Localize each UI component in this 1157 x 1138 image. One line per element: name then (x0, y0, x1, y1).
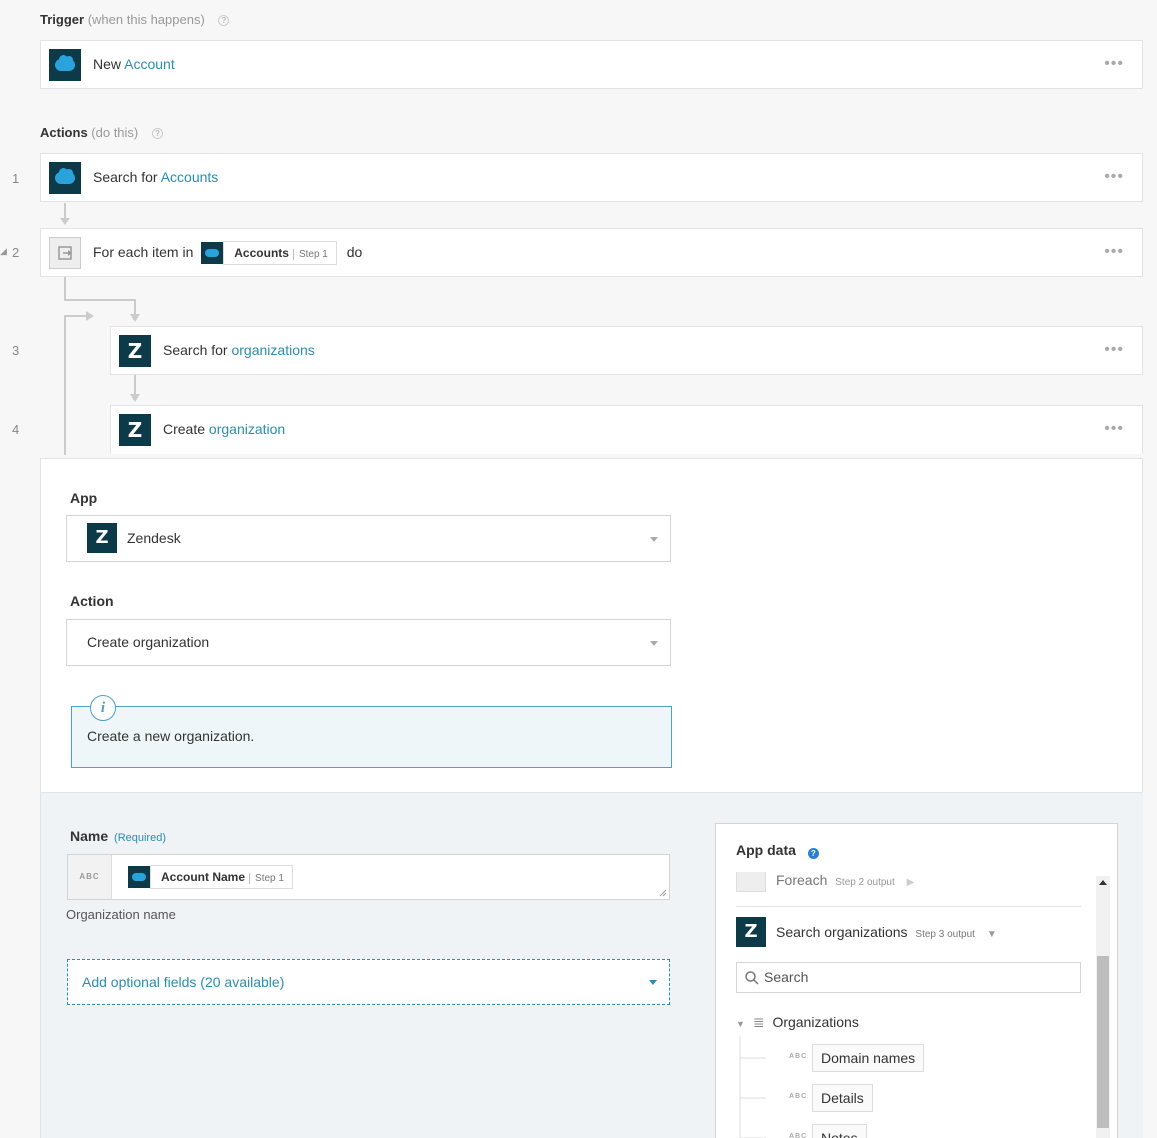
search-orgs-label: Search organizations Step 3 output ▼ (776, 924, 997, 940)
step-4-card[interactable]: Z Create organization ••• (110, 405, 1143, 454)
step-number: 1 (12, 171, 20, 186)
step-3-card[interactable]: Z Search for organizations ••• (110, 326, 1143, 375)
search-placeholder: Search (764, 969, 809, 985)
action-select-value: Create organization (87, 634, 210, 650)
step-2-card[interactable]: For each item in Accounts Step 1 do ••• (40, 228, 1143, 277)
step-3-label: Search for organizations (163, 342, 315, 358)
app-data-panel: App data ? Foreach Step 2 output ▶ Z Sea… (715, 823, 1118, 1138)
zendesk-logo-icon: Z (87, 523, 117, 553)
step-1-object-link[interactable]: Accounts (161, 169, 219, 185)
datapill-details[interactable]: Details (812, 1084, 873, 1112)
app-data-search-input[interactable]: Search (736, 962, 1081, 993)
datapill-account-name[interactable]: Account Name Step 1 (128, 865, 293, 889)
salesforce-logo-icon (201, 242, 224, 265)
tree-lines (739, 1036, 766, 1138)
chevron-down-icon (650, 641, 658, 646)
name-hint: Organization name (66, 907, 176, 922)
step-number: 4 (12, 422, 20, 437)
scroll-thumb[interactable] (1097, 956, 1109, 1128)
help-icon[interactable]: ? (218, 15, 230, 26)
foreach-output-row[interactable]: Foreach Step 2 output ▶ (736, 872, 1081, 907)
app-label: App (70, 490, 98, 506)
collapse-arrow-icon[interactable]: ◢ (0, 246, 7, 257)
name-input[interactable]: ABC Account Name Step 1 (67, 854, 670, 900)
info-text: Create a new organization. (87, 728, 255, 744)
action-info-box: i Create a new organization. (71, 695, 672, 768)
chevron-right-icon: ▶ (906, 877, 915, 888)
zendesk-logo-icon: Z (119, 335, 151, 367)
step-3-object-link[interactable]: organizations (231, 342, 314, 358)
field-type-tag: ABC (68, 855, 112, 899)
action-label: Action (70, 593, 114, 609)
zendesk-logo-icon: Z (119, 414, 151, 446)
step-2-label: For each item in Accounts Step 1 do (93, 229, 362, 276)
app-data-scrollbar[interactable] (1096, 876, 1110, 1138)
loop-icon (736, 872, 766, 892)
trigger-card[interactable]: New Account ••• (40, 40, 1143, 89)
step-1-label: Search for Accounts (93, 169, 219, 185)
help-icon[interactable]: ? (807, 848, 819, 859)
scroll-up-icon[interactable] (1099, 880, 1107, 885)
salesforce-logo-icon (128, 866, 150, 888)
chevron-down-icon: ▼ (736, 1019, 745, 1029)
add-optional-fields[interactable]: Add optional fields (20 available) (67, 959, 670, 1005)
datapill-domain-names[interactable]: Domain names (812, 1044, 925, 1072)
datapill-notes[interactable]: Notes (812, 1124, 867, 1138)
list-icon: ≣ (752, 1014, 765, 1030)
step-4-object-link[interactable]: organization (209, 421, 285, 437)
more-dots-icon[interactable]: ••• (1104, 56, 1124, 72)
more-dots-icon[interactable]: ••• (1104, 342, 1124, 358)
more-dots-icon[interactable]: ••• (1104, 244, 1124, 260)
app-select-value: Zendesk (127, 530, 181, 546)
required-badge: (Required) (114, 832, 166, 844)
chevron-down-icon (650, 537, 658, 542)
step-number: 3 (12, 343, 20, 358)
field-type-tag: ABC (789, 1133, 808, 1138)
chevron-down-icon (649, 980, 657, 985)
salesforce-logo-icon (49, 162, 81, 194)
resize-handle-icon[interactable] (659, 889, 667, 897)
more-dots-icon[interactable]: ••• (1104, 421, 1124, 437)
app-select[interactable]: Z Zendesk (66, 515, 671, 562)
step-4-label: Create organization (163, 421, 286, 437)
datapill-accounts[interactable]: Accounts Step 1 (223, 241, 337, 266)
info-icon: i (90, 695, 116, 721)
tree-root-organizations[interactable]: ▼ ≣ Organizations (736, 1014, 859, 1031)
foreach-label: Foreach Step 2 output ▶ (776, 872, 915, 888)
zendesk-logo-icon: Z (736, 917, 766, 947)
search-orgs-output-row[interactable]: Z Search organizations Step 3 output ▼ (736, 917, 1081, 949)
action-select[interactable]: Create organization (66, 619, 671, 666)
loop-icon (49, 237, 81, 269)
step-config-panel: App Z Zendesk Action Create organization… (40, 458, 1143, 793)
step-number: 2 (12, 245, 20, 260)
name-field-label: Name (Required) (70, 828, 166, 844)
more-dots-icon[interactable]: ••• (1104, 169, 1124, 185)
input-fields-panel: Name (Required) ABC Account Name Step 1 O… (40, 793, 1143, 1138)
chevron-down-icon: ▼ (986, 929, 997, 940)
search-icon (745, 971, 759, 985)
step-1-card[interactable]: Search for Accounts ••• (40, 153, 1143, 202)
field-type-tag: ABC (789, 1093, 808, 1100)
field-type-tag: ABC (789, 1053, 808, 1060)
app-data-title: App data ? (736, 842, 819, 859)
